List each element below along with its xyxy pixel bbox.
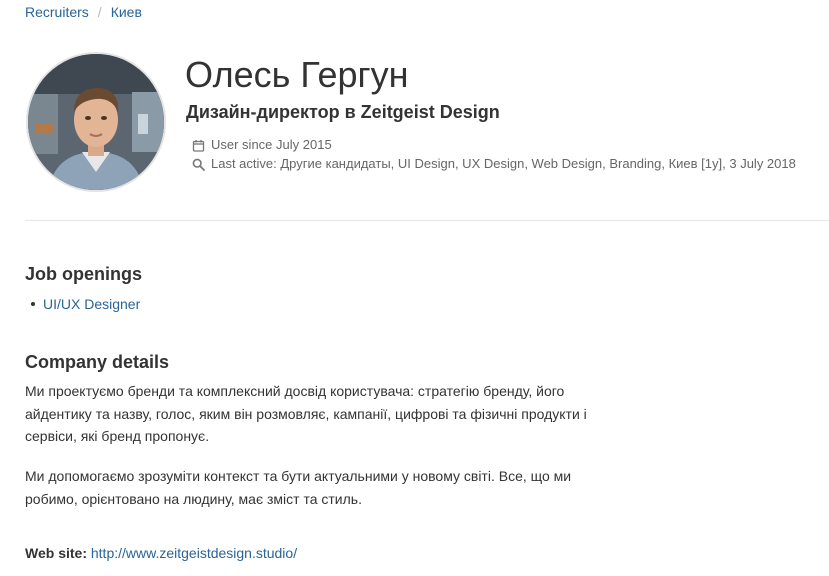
breadcrumb-separator: / <box>97 4 102 20</box>
calendar-icon <box>192 139 205 152</box>
breadcrumb-link-recruiters[interactable]: Recruiters <box>25 4 89 20</box>
list-item: UI/UX Designer <box>25 295 140 313</box>
breadcrumb: Recruiters / Киев <box>25 3 142 21</box>
job-link-ui-ux-designer[interactable]: UI/UX Designer <box>43 296 140 312</box>
user-since-text: User since July 2015 <box>211 137 332 152</box>
last-active-text: Last active: Другие кандидаты, UI Design… <box>211 156 796 171</box>
website-label: Web site: <box>25 545 87 561</box>
profile-page: Recruiters / Киев Олесь Гергун Дизайн-дире… <box>0 0 829 576</box>
job-openings-title: Job openings <box>25 264 142 284</box>
user-since-row: User since July 2015 <box>192 137 332 153</box>
profile-headline: Дизайн-директор в Zeitgeist Design <box>186 102 500 122</box>
company-details-title: Company details <box>25 352 170 372</box>
bullet <box>31 302 35 306</box>
avatar-photo <box>28 54 164 190</box>
search-icon <box>192 158 205 171</box>
breadcrumb-link-city[interactable]: Киев <box>111 4 142 20</box>
company-description-paragraph: Ми допомогаємо зрозуміти контекст та бут… <box>25 468 572 507</box>
job-openings-list: UI/UX Designer <box>25 295 140 313</box>
profile-name: Олесь Гергун <box>185 54 409 95</box>
last-active-row: Last active: Другие кандидаты, UI Design… <box>192 156 796 172</box>
avatar <box>26 52 166 192</box>
divider <box>25 220 829 221</box>
website-row: Web site: http://www.zeitgeistdesign.stu… <box>25 544 297 562</box>
website-link[interactable]: http://www.zeitgeistdesign.studio/ <box>91 545 297 561</box>
company-description-paragraph: Ми проектуємо бренди та комплексний досв… <box>25 383 587 444</box>
